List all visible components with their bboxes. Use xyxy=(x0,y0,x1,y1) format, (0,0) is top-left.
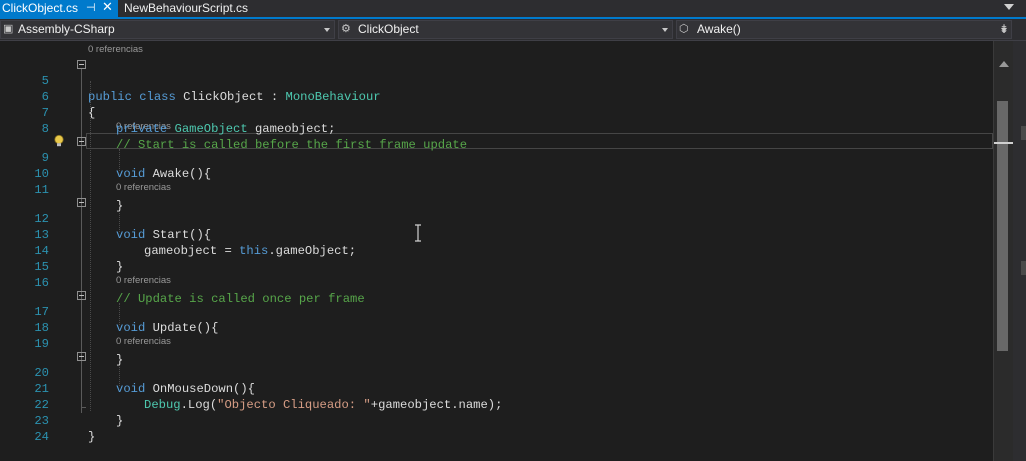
strip-mark xyxy=(1021,261,1026,275)
navigation-bar: ▣ Assembly-CSharp ⚙ ClickObject ⬡ Awake(… xyxy=(0,19,1026,41)
pin-icon[interactable]: ⊣ xyxy=(86,0,96,16)
tab-clickobject[interactable]: ClickObject.cs ⊣ ✕ xyxy=(0,0,118,17)
close-icon[interactable]: ✕ xyxy=(102,0,113,15)
code-line: 11 } xyxy=(0,166,993,213)
code-line: 6 { xyxy=(0,73,993,120)
type-label: ClickObject xyxy=(358,22,419,36)
code-line: 22 } xyxy=(0,381,993,428)
side-panel-strip xyxy=(1013,41,1026,461)
tab-label: ClickObject.cs xyxy=(2,1,79,15)
project-label: Assembly-CSharp xyxy=(18,22,115,36)
scrollbar-thumb[interactable] xyxy=(997,101,1008,351)
line-number: 24 xyxy=(34,430,49,444)
code-line: 9 void Awake(){ xyxy=(0,134,993,181)
member-dropdown[interactable]: ⬡ Awake() xyxy=(676,20,1012,39)
chevron-down-icon xyxy=(662,28,668,32)
code-line: 8 // Start is called before the first fr… xyxy=(0,105,993,152)
type-dropdown[interactable]: ⚙ ClickObject xyxy=(338,20,673,39)
tab-label: NewBehaviourScript.cs xyxy=(124,1,249,15)
csharp-project-icon: ▣ xyxy=(3,23,14,35)
code-line: 10 xyxy=(0,150,993,181)
code-line: 21 Debug.Log("Objecto Cliqueado: "+gameo… xyxy=(0,365,993,412)
code-line: 24 xyxy=(0,413,993,444)
text-cursor-icon xyxy=(415,224,421,242)
code-line: 7 private GameObject gameobject; xyxy=(0,89,993,136)
vertical-scrollbar[interactable] xyxy=(993,41,1014,461)
code-line: 15 xyxy=(0,243,993,274)
method-icon: ⬡ xyxy=(679,23,689,35)
tab-list-dropdown-icon[interactable] xyxy=(1004,4,1014,10)
caret-position-marker xyxy=(994,142,1014,144)
code-line: 12 void Start(){ xyxy=(0,195,993,242)
scroll-up-arrow-icon[interactable] xyxy=(999,61,1009,67)
code-line: 14 } xyxy=(0,227,993,274)
code-text: } xyxy=(88,430,96,444)
code-line: 13 gameobject = this.gameObject; xyxy=(0,211,993,258)
chevron-down-icon xyxy=(324,28,330,32)
strip-mark xyxy=(1021,126,1026,140)
member-label: Awake() xyxy=(697,22,741,36)
codelens-references[interactable]: 0 referencias xyxy=(116,276,171,286)
codelens-references[interactable]: 0 referencias xyxy=(88,45,143,55)
code-line: 23 } xyxy=(0,397,993,444)
code-line: 19 } xyxy=(0,320,993,367)
code-line: 18 xyxy=(0,304,993,335)
class-icon: ⚙ xyxy=(341,23,351,35)
tab-newbehaviourscript[interactable]: NewBehaviourScript.cs xyxy=(118,0,248,17)
document-tab-bar: ClickObject.cs ⊣ ✕ NewBehaviourScript.cs xyxy=(0,0,1026,19)
code-line: 17 void Update(){ xyxy=(0,288,993,335)
code-editor[interactable]: 0 referencias 0 referencias 0 referencia… xyxy=(0,41,993,461)
project-dropdown[interactable]: ▣ Assembly-CSharp xyxy=(0,20,335,39)
codelens-references[interactable]: 0 referencias xyxy=(116,183,171,193)
codelens-references[interactable]: 0 referencias xyxy=(116,337,171,347)
code-line: 16 // Update is called once per frame xyxy=(0,259,993,306)
code-line: 5 public class ClickObject : MonoBehavio… xyxy=(0,57,993,104)
split-window-icon[interactable]: ⇟ xyxy=(997,19,1011,39)
code-line: 20 void OnMouseDown(){ xyxy=(0,349,993,396)
